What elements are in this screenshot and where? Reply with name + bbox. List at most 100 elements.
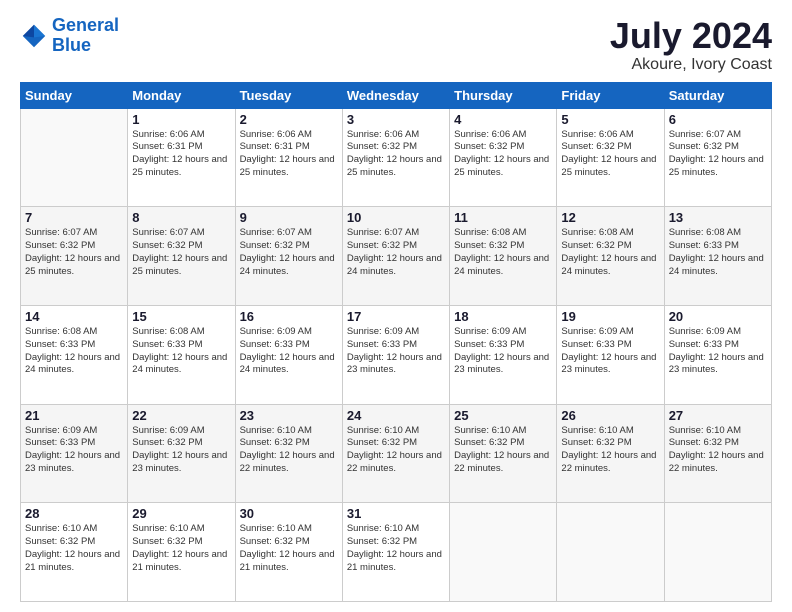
day-number: 25 (454, 408, 552, 423)
day-number: 6 (669, 112, 767, 127)
day-info: Sunrise: 6:08 AMSunset: 6:32 PMDaylight:… (561, 227, 659, 278)
day-info: Sunrise: 6:08 AMSunset: 6:33 PMDaylight:… (132, 326, 230, 377)
calendar-cell: 23 Sunrise: 6:10 AMSunset: 6:32 PMDayligh… (235, 404, 342, 503)
day-number: 2 (240, 112, 338, 127)
day-info: Sunrise: 6:09 AMSunset: 6:33 PMDaylight:… (347, 326, 445, 377)
logo-general: General (52, 15, 119, 35)
day-number: 4 (454, 112, 552, 127)
day-number: 9 (240, 210, 338, 225)
calendar-cell (21, 108, 128, 207)
calendar-header-tuesday: Tuesday (235, 82, 342, 108)
calendar-cell (557, 503, 664, 602)
calendar-cell: 21Sunrise: 6:09 AMSunset: 6:33 PMDayligh… (21, 404, 128, 503)
day-number: 31 (347, 506, 445, 521)
calendar-cell: 24Sunrise: 6:10 AMSunset: 6:32 PMDayligh… (342, 404, 449, 503)
calendar-cell (450, 503, 557, 602)
calendar-table: SundayMondayTuesdayWednesdayThursdayFrid… (20, 82, 772, 602)
day-number: 1 (132, 112, 230, 127)
calendar-cell: 29Sunrise: 6:10 AMSunset: 6:32 PMDayligh… (128, 503, 235, 602)
calendar-cell: 10Sunrise: 6:07 AMSunset: 6:32 PMDayligh… (342, 207, 449, 306)
day-number: 12 (561, 210, 659, 225)
calendar-cell (664, 503, 771, 602)
day-number: 18 (454, 309, 552, 324)
calendar-week-row: 21Sunrise: 6:09 AMSunset: 6:33 PMDayligh… (21, 404, 772, 503)
calendar-header-sunday: Sunday (21, 82, 128, 108)
day-info: Sunrise: 6:10 AMSunset: 6:32 PMDaylight:… (240, 523, 338, 574)
calendar-week-row: 1 Sunrise: 6:06 AMSunset: 6:31 PMDaylight… (21, 108, 772, 207)
day-number: 15 (132, 309, 230, 324)
calendar-header-thursday: Thursday (450, 82, 557, 108)
calendar-cell: 15 Sunrise: 6:08 AMSunset: 6:33 PMDayligh… (128, 305, 235, 404)
calendar-cell: 5 Sunrise: 6:06 AMSunset: 6:32 PMDaylight… (557, 108, 664, 207)
calendar-cell: 2 Sunrise: 6:06 AMSunset: 6:31 PMDaylight… (235, 108, 342, 207)
calendar-cell: 19Sunrise: 6:09 AMSunset: 6:33 PMDayligh… (557, 305, 664, 404)
day-info: Sunrise: 6:10 AMSunset: 6:32 PMDaylight:… (347, 523, 445, 574)
calendar-cell: 11 Sunrise: 6:08 AMSunset: 6:32 PMDayligh… (450, 207, 557, 306)
day-info: Sunrise: 6:06 AMSunset: 6:31 PMDaylight:… (240, 129, 338, 180)
month-title: July 2024 (610, 16, 772, 56)
day-info: Sunrise: 6:07 AMSunset: 6:32 PMDaylight:… (669, 129, 767, 180)
day-number: 5 (561, 112, 659, 127)
calendar-cell: 16 Sunrise: 6:09 AMSunset: 6:33 PMDayligh… (235, 305, 342, 404)
calendar-week-row: 28 Sunrise: 6:10 AMSunset: 6:32 PMDayligh… (21, 503, 772, 602)
day-info: Sunrise: 6:06 AMSunset: 6:32 PMDaylight:… (454, 129, 552, 180)
calendar-cell: 26 Sunrise: 6:10 AMSunset: 6:32 PMDayligh… (557, 404, 664, 503)
day-info: Sunrise: 6:07 AMSunset: 6:32 PMDaylight:… (347, 227, 445, 278)
day-number: 13 (669, 210, 767, 225)
day-info: Sunrise: 6:09 AMSunset: 6:33 PMDaylight:… (454, 326, 552, 377)
day-info: Sunrise: 6:10 AMSunset: 6:32 PMDaylight:… (561, 425, 659, 476)
calendar-cell: 3 Sunrise: 6:06 AMSunset: 6:32 PMDaylight… (342, 108, 449, 207)
day-number: 29 (132, 506, 230, 521)
calendar-cell: 20 Sunrise: 6:09 AMSunset: 6:33 PMDayligh… (664, 305, 771, 404)
calendar-cell: 17Sunrise: 6:09 AMSunset: 6:33 PMDayligh… (342, 305, 449, 404)
calendar-header-monday: Monday (128, 82, 235, 108)
calendar-cell: 30 Sunrise: 6:10 AMSunset: 6:32 PMDayligh… (235, 503, 342, 602)
day-number: 16 (240, 309, 338, 324)
day-number: 20 (669, 309, 767, 324)
day-info: Sunrise: 6:07 AMSunset: 6:32 PMDaylight:… (240, 227, 338, 278)
day-info: Sunrise: 6:09 AMSunset: 6:33 PMDaylight:… (561, 326, 659, 377)
day-number: 22 (132, 408, 230, 423)
day-info: Sunrise: 6:09 AMSunset: 6:33 PMDaylight:… (240, 326, 338, 377)
day-info: Sunrise: 6:08 AMSunset: 6:33 PMDaylight:… (669, 227, 767, 278)
logo-text: General Blue (52, 16, 119, 56)
calendar-cell: 1 Sunrise: 6:06 AMSunset: 6:31 PMDaylight… (128, 108, 235, 207)
calendar-cell: 31 Sunrise: 6:10 AMSunset: 6:32 PMDayligh… (342, 503, 449, 602)
day-info: Sunrise: 6:08 AMSunset: 6:33 PMDaylight:… (25, 326, 123, 377)
day-number: 11 (454, 210, 552, 225)
day-number: 27 (669, 408, 767, 423)
calendar-cell: 22 Sunrise: 6:09 AMSunset: 6:32 PMDayligh… (128, 404, 235, 503)
day-info: Sunrise: 6:06 AMSunset: 6:31 PMDaylight:… (132, 129, 230, 180)
day-info: Sunrise: 6:10 AMSunset: 6:32 PMDaylight:… (669, 425, 767, 476)
day-info: Sunrise: 6:09 AMSunset: 6:32 PMDaylight:… (132, 425, 230, 476)
calendar-cell: 12 Sunrise: 6:08 AMSunset: 6:32 PMDayligh… (557, 207, 664, 306)
day-info: Sunrise: 6:06 AMSunset: 6:32 PMDaylight:… (347, 129, 445, 180)
calendar-body: 1 Sunrise: 6:06 AMSunset: 6:31 PMDaylight… (21, 108, 772, 601)
location-title: Akoure, Ivory Coast (610, 56, 772, 74)
day-number: 8 (132, 210, 230, 225)
day-number: 28 (25, 506, 123, 521)
calendar-cell: 9 Sunrise: 6:07 AMSunset: 6:32 PMDaylight… (235, 207, 342, 306)
day-number: 3 (347, 112, 445, 127)
day-info: Sunrise: 6:08 AMSunset: 6:32 PMDaylight:… (454, 227, 552, 278)
day-info: Sunrise: 6:09 AMSunset: 6:33 PMDaylight:… (669, 326, 767, 377)
calendar-cell: 27 Sunrise: 6:10 AMSunset: 6:32 PMDayligh… (664, 404, 771, 503)
day-info: Sunrise: 6:07 AMSunset: 6:32 PMDaylight:… (25, 227, 123, 278)
day-info: Sunrise: 6:10 AMSunset: 6:32 PMDaylight:… (454, 425, 552, 476)
logo: General Blue (20, 16, 119, 56)
calendar-header-wednesday: Wednesday (342, 82, 449, 108)
header: General Blue July 2024 Akoure, Ivory Coa… (20, 16, 772, 74)
page: General Blue July 2024 Akoure, Ivory Coa… (0, 0, 792, 612)
day-number: 24 (347, 408, 445, 423)
day-info: Sunrise: 6:06 AMSunset: 6:32 PMDaylight:… (561, 129, 659, 180)
day-number: 26 (561, 408, 659, 423)
day-info: Sunrise: 6:07 AMSunset: 6:32 PMDaylight:… (132, 227, 230, 278)
day-number: 30 (240, 506, 338, 521)
calendar-header-friday: Friday (557, 82, 664, 108)
calendar-cell: 4 Sunrise: 6:06 AMSunset: 6:32 PMDaylight… (450, 108, 557, 207)
day-number: 23 (240, 408, 338, 423)
day-info: Sunrise: 6:10 AMSunset: 6:32 PMDaylight:… (240, 425, 338, 476)
calendar-cell: 18 Sunrise: 6:09 AMSunset: 6:33 PMDayligh… (450, 305, 557, 404)
day-number: 7 (25, 210, 123, 225)
calendar-cell: 14Sunrise: 6:08 AMSunset: 6:33 PMDayligh… (21, 305, 128, 404)
